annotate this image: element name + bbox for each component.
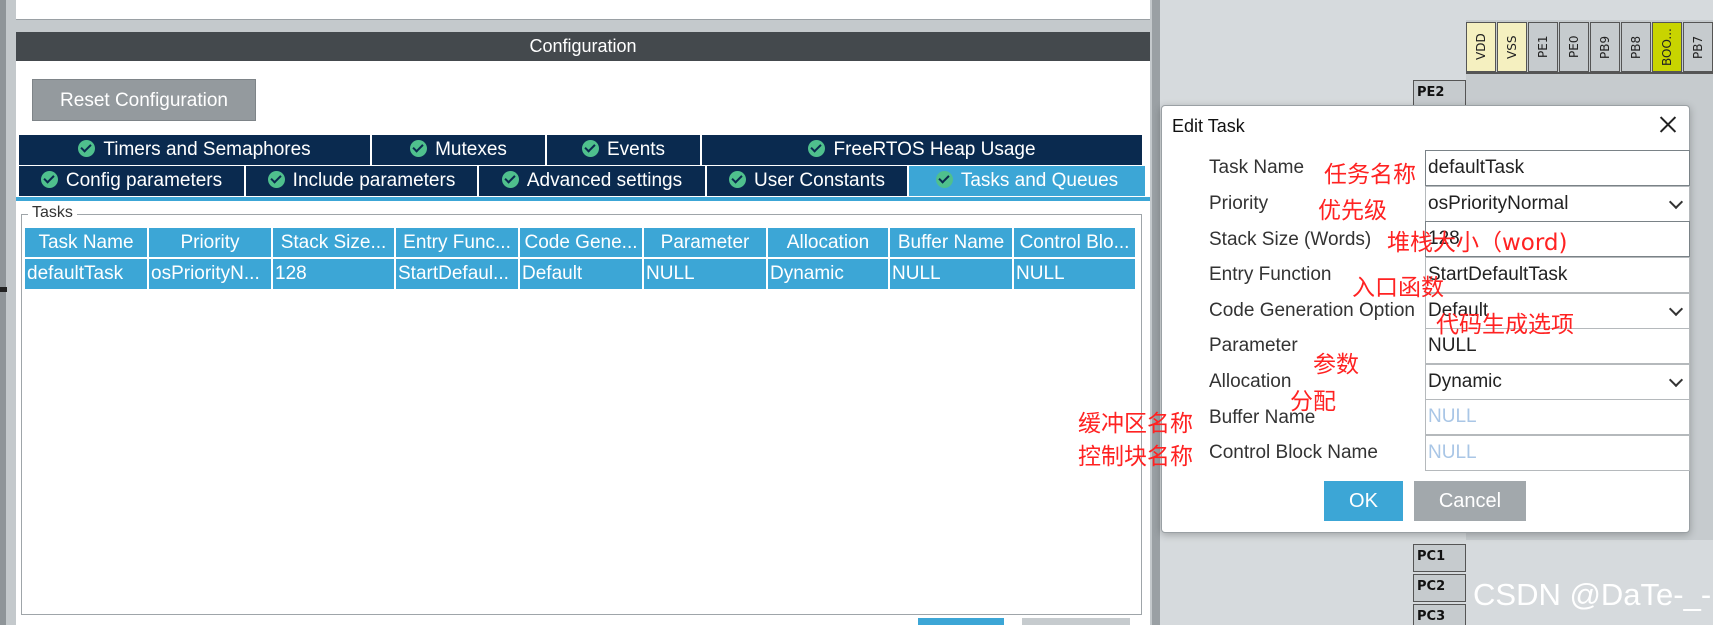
table-cell: 128 [273, 259, 396, 289]
configuration-header: Configuration [16, 32, 1150, 61]
ok-button[interactable]: OK [1324, 481, 1403, 521]
table-cell: Dynamic [768, 259, 890, 289]
annotation-entry-function: 入口函数 [1352, 275, 1444, 301]
annotation-buffer-name: 缓冲区名称 [1078, 411, 1193, 437]
pin-vss[interactable]: VSS [1497, 22, 1527, 72]
check-icon [410, 140, 428, 157]
table-cell: NULL [644, 259, 768, 289]
chip-edge [1466, 72, 1713, 74]
priority-select[interactable]: osPriorityNormal [1425, 186, 1690, 222]
check-icon [40, 171, 58, 188]
table-cell: StartDefaul... [396, 259, 520, 289]
check-icon [808, 140, 826, 157]
add-task-button[interactable] [918, 618, 1004, 625]
table-header-row: Task Name Priority Stack Size... Entry F… [25, 228, 1137, 259]
tasks-group-label: Tasks [28, 204, 77, 222]
tasks-table: Task Name Priority Stack Size... Entry F… [25, 228, 1137, 289]
tab-events[interactable]: Events [547, 135, 702, 165]
label-task-name: Task Name [1209, 157, 1305, 178]
panel-divider[interactable] [1152, 0, 1160, 625]
tab-timers-and-semaphores[interactable]: Timers and Semaphores [19, 135, 372, 165]
tab-row-2: Config parameters Include parameters Adv… [19, 166, 1145, 196]
check-icon [501, 171, 519, 188]
check-icon [729, 171, 747, 188]
entry-function-input[interactable]: StartDefaultTask [1425, 257, 1690, 293]
task-name-input[interactable]: defaultTask [1425, 150, 1690, 186]
annotation-control-block: 控制块名称 [1078, 444, 1193, 470]
label-stack-size: Stack Size (Words) [1209, 229, 1372, 250]
pin-pe0[interactable]: PE0 [1559, 22, 1589, 72]
buffer-name-input: NULL [1425, 399, 1690, 435]
panel-border [0, 0, 6, 625]
annotation-code-generation: 代码生成选项 [1436, 312, 1574, 338]
label-priority: Priority [1209, 193, 1269, 214]
check-icon [267, 171, 285, 188]
column-header[interactable]: Allocation [768, 228, 890, 259]
pin-pb9[interactable]: PB9 [1590, 22, 1620, 72]
upper-content-area [16, 0, 1150, 20]
tab-include-parameters[interactable]: Include parameters [246, 166, 479, 196]
pin-boot[interactable]: BOO... [1652, 22, 1682, 72]
check-icon [935, 171, 953, 188]
column-header[interactable]: Code Gene... [520, 228, 644, 259]
chevron-down-icon [1668, 372, 1684, 388]
column-header[interactable]: Priority [149, 228, 273, 259]
tab-mutexes[interactable]: Mutexes [372, 135, 547, 165]
tab-advanced-settings[interactable]: Advanced settings [479, 166, 707, 196]
label-code-generation-option: Code Generation Option [1209, 300, 1415, 321]
annotation-allocation: 分配 [1290, 389, 1336, 415]
close-icon[interactable] [1655, 112, 1681, 138]
column-header[interactable]: Control Blo... [1014, 228, 1137, 259]
active-tab-underline [16, 197, 1150, 201]
label-entry-function: Entry Function [1209, 264, 1332, 285]
pin-pb8[interactable]: PB8 [1621, 22, 1651, 72]
label-parameter: Parameter [1209, 335, 1298, 356]
table-cell: Default [520, 259, 644, 289]
column-header[interactable]: Buffer Name [890, 228, 1014, 259]
chevron-down-icon [1668, 194, 1684, 210]
pin-pc3[interactable]: PC3 [1413, 604, 1466, 625]
control-block-name-input: NULL [1425, 435, 1690, 471]
tab-user-constants[interactable]: User Constants [707, 166, 909, 196]
tab-config-parameters[interactable]: Config parameters [19, 166, 246, 196]
tab-row-1: Timers and Semaphores Mutexes Events Fre… [19, 135, 1142, 165]
column-header[interactable]: Stack Size... [273, 228, 396, 259]
table-cell: NULL [890, 259, 1014, 289]
chevron-down-icon [1668, 301, 1684, 317]
annotation-priority: 优先级 [1318, 198, 1387, 224]
cancel-button[interactable]: Cancel [1414, 481, 1526, 521]
allocation-select[interactable]: Dynamic [1425, 364, 1690, 400]
annotation-task-name: 任务名称 [1324, 162, 1416, 188]
pin-vdd[interactable]: VDD [1466, 22, 1496, 72]
resize-mark [0, 287, 7, 292]
tab-freertos-heap-usage[interactable]: FreeRTOS Heap Usage [702, 135, 1142, 165]
table-cell: osPriorityN... [149, 259, 273, 289]
pin-pc1[interactable]: PC1 [1413, 544, 1466, 572]
watermark: CSDN @DaTe-_- [1473, 577, 1712, 612]
column-header[interactable]: Task Name [25, 228, 149, 259]
label-allocation: Allocation [1209, 371, 1292, 392]
table-row[interactable]: defaultTask osPriorityN... 128 StartDefa… [25, 259, 1137, 289]
annotation-stack-size: 堆栈大小（word) [1387, 230, 1568, 256]
pin-pe2[interactable]: PE2 [1413, 80, 1466, 108]
check-icon [78, 140, 96, 157]
column-header[interactable]: Parameter [644, 228, 768, 259]
dialog-title: Edit Task [1172, 116, 1245, 136]
table-cell: defaultTask [25, 259, 149, 289]
reset-configuration-button[interactable]: Reset Configuration [32, 79, 256, 121]
label-control-block-name: Control Block Name [1209, 442, 1378, 463]
pin-pc2[interactable]: PC2 [1413, 574, 1466, 602]
annotation-parameter: 参数 [1313, 352, 1359, 378]
delete-task-button[interactable] [1022, 618, 1130, 625]
check-icon [581, 140, 599, 157]
pin-pb7[interactable]: PB7 [1683, 22, 1713, 72]
column-header[interactable]: Entry Func... [396, 228, 520, 259]
tab-tasks-and-queues[interactable]: Tasks and Queues [909, 166, 1145, 196]
pin-pe1[interactable]: PE1 [1528, 22, 1558, 72]
table-cell: NULL [1014, 259, 1137, 289]
